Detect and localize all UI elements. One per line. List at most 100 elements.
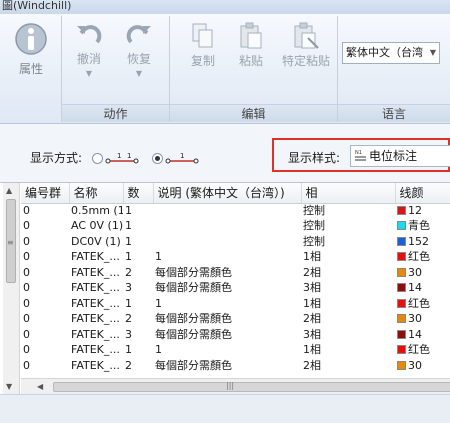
language-select[interactable]: 繁体中文（台湾 ▼: [342, 42, 440, 64]
cell-count[interactable]: 2: [123, 265, 153, 281]
cell-description[interactable]: 每個部分需顏色: [153, 265, 301, 281]
cell-wire-color[interactable]: 14: [395, 327, 450, 343]
scroll-left-icon[interactable]: ◀: [37, 382, 43, 391]
cell-phase[interactable]: 控制: [301, 219, 395, 235]
cell-wire-color[interactable]: 红色: [395, 250, 450, 266]
table-row[interactable]: 0 FATEK_... 2 每個部分需顏色 2相 30: [21, 312, 450, 328]
cell-group[interactable]: 0: [21, 265, 69, 281]
column-header-group[interactable]: 编号群: [21, 183, 70, 204]
cell-phase[interactable]: 3相: [301, 281, 395, 297]
cell-name[interactable]: FATEK_...: [69, 358, 123, 374]
cell-count[interactable]: 2: [123, 358, 153, 374]
table-row[interactable]: 0 FATEK_... 1 1 1相 红色: [21, 250, 450, 266]
attributes-button[interactable]: 属性: [8, 18, 54, 98]
cell-wire-color[interactable]: 30: [395, 312, 450, 328]
cell-phase[interactable]: 1相: [301, 250, 395, 266]
cell-group[interactable]: 0: [21, 296, 69, 312]
column-header-count[interactable]: 数: [123, 183, 154, 204]
cell-wire-color[interactable]: 152: [395, 234, 450, 250]
vertical-scrollbar[interactable]: ▲ ≡ ▼: [3, 183, 20, 395]
cell-name[interactable]: FATEK_...: [69, 327, 123, 343]
cell-phase[interactable]: 1相: [301, 296, 395, 312]
display-style-select[interactable]: N1 电位标注: [350, 145, 450, 167]
cell-phase[interactable]: 2相: [301, 265, 395, 281]
cell-group[interactable]: 0: [21, 219, 69, 235]
cell-name[interactable]: FATEK_...: [69, 265, 123, 281]
cell-group[interactable]: 0: [21, 358, 69, 374]
horizontal-scroll-thumb[interactable]: [53, 382, 450, 392]
cell-phase[interactable]: 控制: [301, 203, 395, 219]
cell-group[interactable]: 0: [21, 343, 69, 359]
cell-count[interactable]: 1: [123, 203, 153, 219]
cell-count[interactable]: 1: [123, 219, 153, 235]
cell-group[interactable]: 0: [21, 250, 69, 266]
cell-name[interactable]: AC 0V (1): [69, 219, 123, 235]
table-row[interactable]: 0 FATEK_... 1 1 1相 红色: [21, 343, 450, 359]
cell-group[interactable]: 0: [21, 203, 69, 219]
cell-description[interactable]: 1: [153, 296, 301, 312]
cell-wire-color[interactable]: 14: [395, 281, 450, 297]
cell-description[interactable]: 1: [153, 250, 301, 266]
cell-wire-color[interactable]: 青色: [395, 219, 450, 235]
table-row[interactable]: 00.5mm (1)1 控制 12: [21, 203, 450, 219]
table-row[interactable]: 0 FATEK_... 3 每個部分需顏色 3相 14: [21, 327, 450, 343]
horizontal-scrollbar[interactable]: ◀ |||: [21, 378, 450, 394]
column-header-phase[interactable]: 相: [301, 183, 396, 204]
paste-button[interactable]: 粘贴: [228, 18, 274, 98]
cell-description[interactable]: 每個部分需顏色: [153, 281, 301, 297]
paste-special-button[interactable]: 特定粘贴: [276, 18, 336, 98]
cell-name[interactable]: FATEK_...: [69, 343, 123, 359]
cell-phase[interactable]: 2相: [301, 312, 395, 328]
copy-button[interactable]: 复制: [180, 18, 226, 98]
column-header-name[interactable]: 名称: [69, 183, 124, 204]
cell-count[interactable]: 1: [123, 250, 153, 266]
cell-name[interactable]: FATEK_...: [69, 296, 123, 312]
cell-name[interactable]: FATEK_...: [69, 312, 123, 328]
display-mode-radio-1[interactable]: [92, 153, 103, 164]
cell-group[interactable]: 0: [21, 281, 69, 297]
cell-count[interactable]: 1: [123, 296, 153, 312]
cell-count[interactable]: 3: [123, 327, 153, 343]
cell-count[interactable]: 1: [123, 234, 153, 250]
cell-description[interactable]: 每個部分需顏色: [153, 312, 301, 328]
cell-wire-color[interactable]: 12: [395, 203, 450, 219]
table-row[interactable]: 0 AC 0V (1) 1 控制 青色: [21, 219, 450, 235]
cell-group[interactable]: 0: [21, 312, 69, 328]
column-header-description[interactable]: 说明 (繁体中文（台湾）): [153, 183, 302, 204]
scroll-up-icon[interactable]: ▲: [6, 186, 12, 195]
cell-phase[interactable]: 控制: [301, 234, 395, 250]
table-row[interactable]: 0 FATEK_... 1 1 1相 红色: [21, 296, 450, 312]
redo-dropdown-icon[interactable]: ▼: [116, 69, 162, 78]
table-row[interactable]: 0 FATEK_... 2 每個部分需顏色 2相 30: [21, 265, 450, 281]
undo-button[interactable]: 撤消 ▼: [66, 18, 112, 98]
cell-count[interactable]: 2: [123, 312, 153, 328]
cell-phase[interactable]: 3相: [301, 327, 395, 343]
cell-wire-color[interactable]: 红色: [395, 343, 450, 359]
cell-description[interactable]: 1: [153, 343, 301, 359]
cell-description[interactable]: [153, 203, 301, 219]
table-row[interactable]: 0 FATEK_... 3 每個部分需顏色 3相 14: [21, 281, 450, 297]
redo-button[interactable]: 恢复 ▼: [116, 18, 162, 98]
cell-name[interactable]: DC0V (1): [69, 234, 123, 250]
cell-name[interactable]: FATEK_...: [69, 250, 123, 266]
cell-name[interactable]: 0.5mm (1): [69, 203, 123, 219]
cell-wire-color[interactable]: 红色: [395, 296, 450, 312]
cell-phase[interactable]: 1相: [301, 343, 395, 359]
cell-phase[interactable]: 2相: [301, 358, 395, 374]
cell-group[interactable]: 0: [21, 234, 69, 250]
column-header-wire-color[interactable]: 线颜: [395, 183, 450, 204]
cell-description[interactable]: [153, 219, 301, 235]
cell-description[interactable]: [153, 234, 301, 250]
cell-group[interactable]: 0: [21, 327, 69, 343]
undo-dropdown-icon[interactable]: ▼: [66, 69, 112, 78]
display-mode-radio-2[interactable]: [152, 153, 163, 164]
cell-wire-color[interactable]: 30: [395, 358, 450, 374]
scroll-down-icon[interactable]: ▼: [6, 382, 12, 391]
cell-count[interactable]: 1: [123, 343, 153, 359]
cell-description[interactable]: 每個部分需顏色: [153, 327, 301, 343]
cell-description[interactable]: 每個部分需顏色: [153, 358, 301, 374]
table-row[interactable]: 0 FATEK_... 2 每個部分需顏色 2相 30: [21, 358, 450, 374]
table-row[interactable]: 0 DC0V (1) 1 控制 152: [21, 234, 450, 250]
cell-wire-color[interactable]: 30: [395, 265, 450, 281]
cell-name[interactable]: FATEK_...: [69, 281, 123, 297]
